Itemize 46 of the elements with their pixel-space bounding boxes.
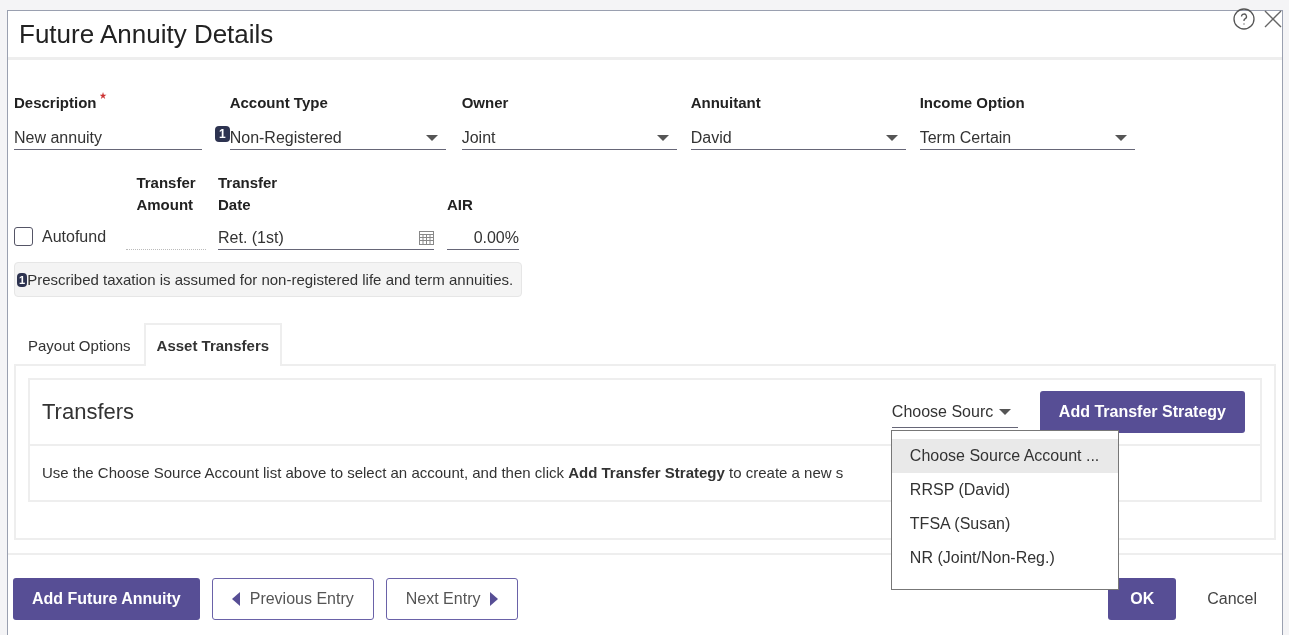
instructions-text: Use the Choose Source Account list above to select an account, and then click Add Transfer Strategy to create a new s xyxy=(42,464,844,481)
left-arrow-icon xyxy=(231,592,240,606)
add-annuity-button[interactable]: Add Future Annuity xyxy=(13,578,200,620)
select-field[interactable]: David xyxy=(690,120,906,150)
field-label: Owner xyxy=(461,94,509,111)
field-label: Account Type xyxy=(229,94,328,111)
field-label: Transfer Date xyxy=(218,173,279,215)
dropdown-option[interactable]: NR (Joint/Non-Reg.) xyxy=(891,540,1118,575)
tab[interactable]: Payout Options xyxy=(15,323,144,366)
input-field[interactable]: New annuity xyxy=(14,120,202,150)
card-title: Transfers xyxy=(42,399,136,425)
field-label: AIR xyxy=(447,195,474,215)
previous-button[interactable]: Previous Entry xyxy=(211,578,374,620)
field-label: Description xyxy=(14,94,97,111)
checkbox[interactable] xyxy=(14,227,33,246)
select-field[interactable]: Term Certain xyxy=(919,120,1135,150)
field-label: Income Option xyxy=(919,94,1025,111)
select-field[interactable]: Joint xyxy=(461,120,677,150)
add-transfer-button[interactable]: Add Transfer Strategy xyxy=(1039,391,1245,433)
dropdown-option[interactable]: RRSP (David) xyxy=(891,472,1118,507)
note-text: Prescribed taxation is assumed for non-registered life and term annuities. xyxy=(27,271,514,288)
select-field[interactable]: Non-Registered xyxy=(229,120,446,150)
calendar-icon[interactable] xyxy=(419,230,434,245)
caret-icon xyxy=(425,134,438,141)
right-arrow-icon xyxy=(490,592,499,606)
input-field[interactable]: 0.00% xyxy=(447,220,519,250)
tab[interactable]: Asset Transfers xyxy=(143,323,283,366)
info-badge: 1 xyxy=(215,126,230,142)
caret-icon xyxy=(656,134,669,141)
ok-button[interactable]: OK xyxy=(1108,578,1177,620)
dropdown-option[interactable]: Choose Source Account ... xyxy=(891,438,1118,473)
caret-icon xyxy=(1114,134,1127,141)
field-label: Annuitant xyxy=(690,94,761,111)
help-icon[interactable] xyxy=(1232,7,1256,31)
cancel-button[interactable]: Cancel xyxy=(1188,578,1276,620)
next-button[interactable]: Next Entry xyxy=(385,578,519,620)
caret-icon xyxy=(885,134,898,141)
date-field[interactable]: Ret. (1st) xyxy=(218,220,434,250)
source-select[interactable]: Choose Sourc xyxy=(891,396,1018,428)
close-icon[interactable] xyxy=(1264,10,1282,28)
info-badge: 1 xyxy=(17,272,28,287)
window-title: Future Annuity Details xyxy=(19,18,274,50)
caret-icon xyxy=(999,408,1012,415)
field-label: Transfer Amount xyxy=(136,173,196,215)
checkbox-label: Autofund xyxy=(42,227,107,246)
dropdown-option[interactable]: TFSA (Susan) xyxy=(891,506,1118,541)
